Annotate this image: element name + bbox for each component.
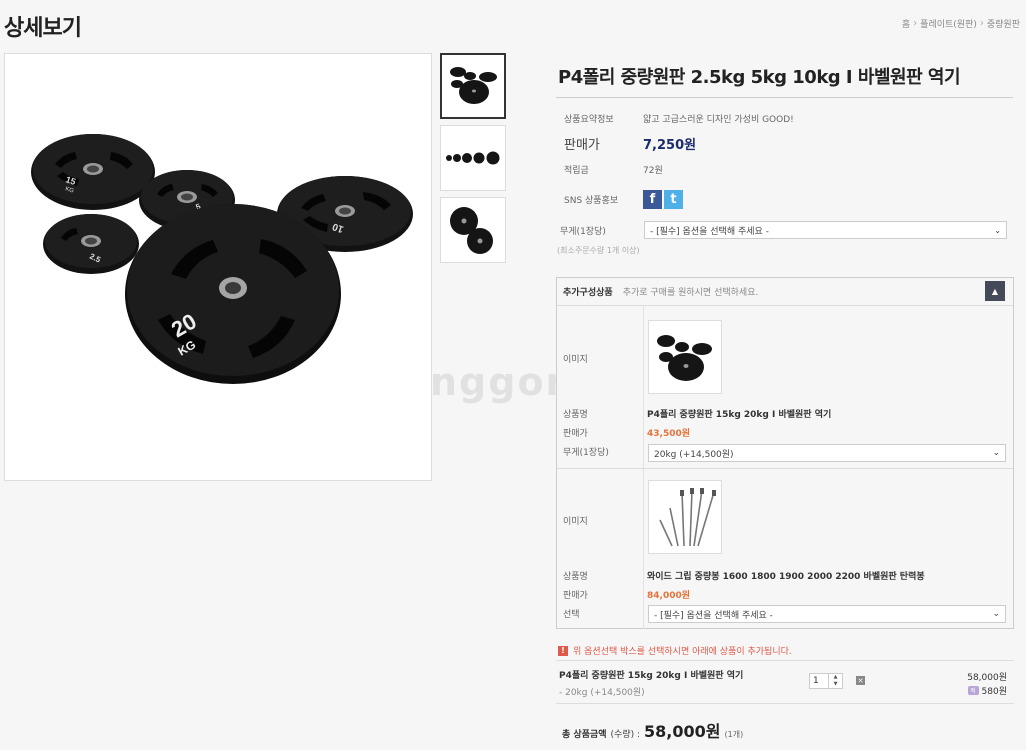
chevron-down-icon: ⌄ xyxy=(992,609,1000,619)
price-label: 판매가 xyxy=(564,137,600,153)
selected-product-points: 적 580원 xyxy=(967,684,1007,697)
points-value: 72원 xyxy=(643,165,663,176)
addon-1-image-row: 이미지 xyxy=(563,352,647,365)
option-notice-text: 위 옵션선택 박스를 선택하시면 아래에 상품이 추가됩니다. xyxy=(573,647,792,657)
product-info: P4폴리 중량원판 2.5kg 5kg 10kg I 바벨원판 역기 상품요약정… xyxy=(556,53,1013,256)
addon-1-option-select[interactable]: 20kg (+14,500원) ⌄ xyxy=(648,444,1006,462)
summary-label: 상품요약정보 xyxy=(564,114,614,125)
addon-1-price-row: 판매가 43,500원 xyxy=(563,426,690,439)
main-product-image: 15 KG 5 KG 10 xyxy=(4,53,432,481)
facebook-icon[interactable]: f xyxy=(643,189,662,209)
thumbnail-2[interactable] xyxy=(440,125,506,191)
addon-1-name-row: 상품명 P4폴리 중량원판 15kg 20kg I 바벨원판 역기 xyxy=(563,407,831,420)
sns-label: SNS 상품홍보 xyxy=(564,195,619,206)
chevron-down-icon: ⌄ xyxy=(992,448,1000,458)
addon-2-price: 84,000원 xyxy=(647,591,691,601)
selected-product-price: 58,000원 xyxy=(967,673,1007,683)
close-icon[interactable]: ✕ xyxy=(856,676,865,685)
quantity-input[interactable]: 1 xyxy=(809,673,829,689)
breadcrumb-weight-plates[interactable]: 중량원판 xyxy=(987,17,1020,30)
product-title: P4폴리 중량원판 2.5kg 5kg 10kg I 바벨원판 역기 xyxy=(556,53,1013,98)
quantity-stepper: 1 ▲ ▼ xyxy=(809,673,843,689)
addon-1-name-label: 상품명 xyxy=(563,410,588,420)
alert-icon: ! xyxy=(558,645,568,656)
addon-header: 추가구성상품 추가로 구매를 원하시면 선택하세요. ▲ xyxy=(557,278,1013,306)
addon-2-name-label: 상품명 xyxy=(563,572,588,582)
addon-desc: 추가로 구매를 원하시면 선택하세요. xyxy=(622,288,759,298)
addon-products: 추가구성상품 추가로 구매를 원하시면 선택하세요. ▲ 이미지 상품명 P4폴… xyxy=(556,277,1014,629)
addon-2-option-label: 선택 xyxy=(563,610,580,620)
addon-2-name-row: 상품명 와이드 그립 중량봉 1600 1800 1900 2000 2200 … xyxy=(563,569,925,582)
weight-option-value: - [필수] 옵션을 선택해 주세요 - xyxy=(650,226,769,237)
addon-1-price: 43,500원 xyxy=(647,429,691,439)
weight-option-label: 무게(1장당) xyxy=(560,226,606,237)
quantity-arrows[interactable]: ▲ ▼ xyxy=(829,673,843,689)
addon-2-price-label: 판매가 xyxy=(563,591,588,601)
addon-divider xyxy=(557,468,1013,469)
selected-product-option: - 20kg (+14,500원) xyxy=(559,688,645,698)
breadcrumb: 홈 › 플레이트(원판) › 중량원판 xyxy=(902,17,1020,30)
total-amount: 58,000원 xyxy=(644,722,721,741)
addon-title: 추가구성상품 xyxy=(563,288,613,298)
summary-value: 얇고 고급스러운 디자인 가성비 GOOD! xyxy=(643,114,794,125)
min-qty-note: (최소주문수량 1개 이상) xyxy=(557,246,640,255)
thumbnail-list xyxy=(440,53,506,269)
selected-product-points-value: 580원 xyxy=(981,687,1007,697)
addon-2-image-label: 이미지 xyxy=(563,517,588,527)
breadcrumb-home[interactable]: 홈 xyxy=(902,17,910,30)
breadcrumb-plates[interactable]: 플레이트(원판) xyxy=(920,17,977,30)
sns-row: SNS 상품홍보 f t xyxy=(556,180,1013,218)
points-row: 적립금 72원 xyxy=(556,158,1013,180)
addon-2-name[interactable]: 와이드 그립 중량봉 1600 1800 1900 2000 2200 바벨원판… xyxy=(647,569,925,582)
addon-2-image-row: 이미지 xyxy=(563,514,647,527)
weight-option-row: 무게(1장당) - [필수] 옵션을 선택해 주세요 - ⌄ xyxy=(556,220,1013,240)
addon-2-image[interactable] xyxy=(648,480,722,554)
addon-1-price-label: 판매가 xyxy=(563,429,588,439)
addon-2-option-row: 선택 xyxy=(563,607,647,620)
addon-1-option-label: 무게(1장당) xyxy=(563,448,609,458)
page-title: 상세보기 xyxy=(4,16,82,41)
price-value: 7,250원 xyxy=(643,137,697,153)
total-label: 총 상품금액 xyxy=(562,730,607,740)
addon-2-price-row: 판매가 84,000원 xyxy=(563,588,690,601)
selected-product-row: P4폴리 중량원판 15kg 20kg I 바벨원판 역기 - 20kg (+1… xyxy=(556,660,1014,704)
addon-1-option-row: 무게(1장당) xyxy=(563,445,647,458)
chevron-right-icon: › xyxy=(979,18,984,29)
points-label: 적립금 xyxy=(564,165,589,176)
chevron-down-icon[interactable]: ▼ xyxy=(834,681,838,688)
total-count: (1개) xyxy=(724,730,744,739)
addon-1-name[interactable]: P4폴리 중량원판 15kg 20kg I 바벨원판 역기 xyxy=(647,407,831,420)
addon-2-option-select[interactable]: - [필수] 옵션을 선택해 주세요 - ⌄ xyxy=(648,605,1006,623)
addon-2-option-value: - [필수] 옵션을 선택해 주세요 - xyxy=(654,610,773,621)
addon-1-image-label: 이미지 xyxy=(563,355,588,365)
collapse-toggle-button[interactable]: ▲ xyxy=(985,281,1005,301)
total-sub: (수량) : xyxy=(610,730,641,740)
chevron-down-icon: ⌄ xyxy=(994,225,1001,235)
chevron-up-icon[interactable]: ▲ xyxy=(834,674,838,681)
option-notice: ! 위 옵션선택 박스를 선택하시면 아래에 상품이 추가됩니다. xyxy=(558,644,792,657)
thumbnail-1[interactable] xyxy=(440,53,506,119)
price-row: 판매가 7,250원 xyxy=(556,128,1013,158)
points-icon: 적 xyxy=(967,686,979,695)
thumbnail-3[interactable] xyxy=(440,197,506,263)
addon-1-image[interactable] xyxy=(648,320,722,394)
chevron-right-icon: › xyxy=(913,18,918,29)
total-price: 총 상품금액 (수량) : 58,000원 (1개) xyxy=(562,718,743,742)
twitter-icon[interactable]: t xyxy=(664,189,683,209)
weight-option-select[interactable]: - [필수] 옵션을 선택해 주세요 - ⌄ xyxy=(644,221,1007,239)
summary-row: 상품요약정보 얇고 고급스러운 디자인 가성비 GOOD! xyxy=(556,108,1013,128)
addon-1-option-value: 20kg (+14,500원) xyxy=(654,449,734,460)
selected-product-name: P4폴리 중량원판 15kg 20kg I 바벨원판 역기 xyxy=(559,671,744,681)
